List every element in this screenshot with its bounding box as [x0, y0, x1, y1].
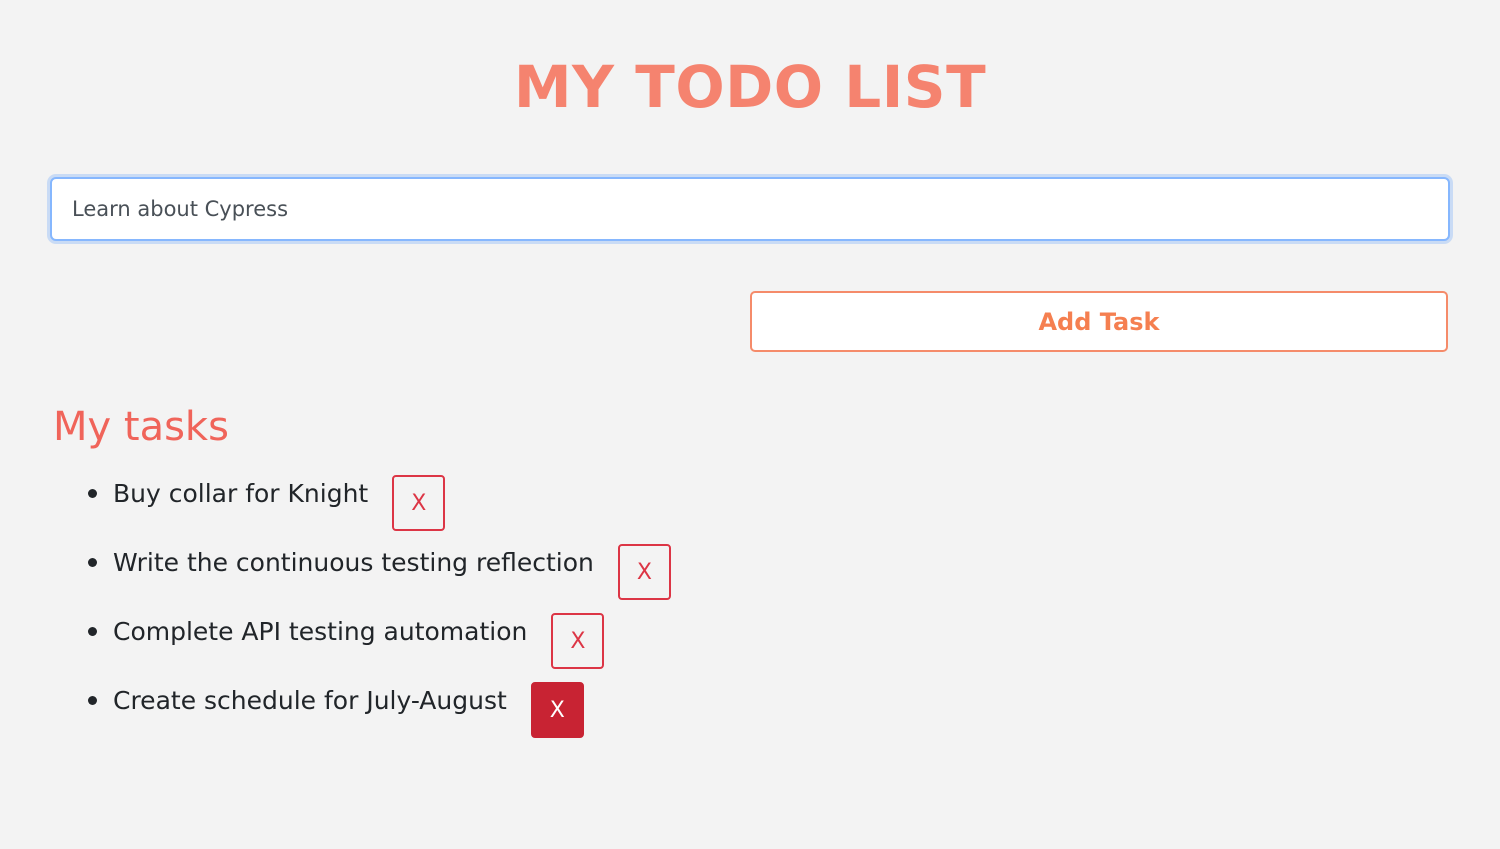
- bullet-icon: [88, 489, 97, 498]
- add-task-button[interactable]: Add Task: [750, 291, 1448, 352]
- bullet-icon: [88, 627, 97, 636]
- task-item: Write the continuous testing reflection …: [0, 541, 671, 610]
- task-text: Write the continuous testing reflection: [113, 548, 594, 577]
- task-item: Complete API testing automation X: [0, 610, 671, 679]
- task-item: Buy collar for Knight X: [0, 472, 671, 541]
- delete-task-button[interactable]: X: [530, 682, 584, 738]
- page-title: MY TODO LIST: [513, 53, 987, 121]
- delete-task-button[interactable]: X: [392, 475, 446, 531]
- bullet-icon: [88, 696, 97, 705]
- delete-task-button[interactable]: X: [551, 613, 605, 669]
- task-list: Buy collar for Knight X Write the contin…: [0, 472, 671, 748]
- task-text: Create schedule for July-August: [113, 686, 507, 715]
- task-item: Create schedule for July-August X: [0, 679, 671, 748]
- delete-task-button[interactable]: X: [617, 544, 671, 600]
- tasks-heading: My tasks: [53, 404, 229, 450]
- task-text: Complete API testing automation: [113, 617, 528, 646]
- task-input[interactable]: [50, 177, 1450, 241]
- task-text: Buy collar for Knight: [113, 479, 369, 508]
- bullet-icon: [88, 558, 97, 567]
